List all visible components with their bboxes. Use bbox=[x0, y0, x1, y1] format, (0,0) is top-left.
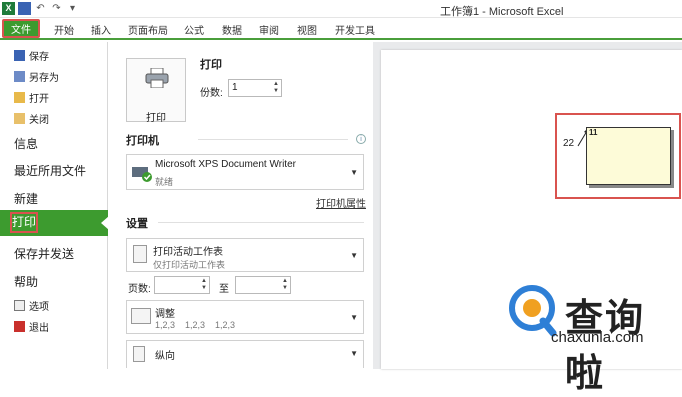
tab-page-layout[interactable]: 页面布局 bbox=[128, 22, 168, 37]
nav-options[interactable]: 选项 bbox=[14, 298, 49, 313]
nav-options-label: 选项 bbox=[29, 302, 49, 313]
tab-view[interactable]: 视图 bbox=[297, 22, 317, 37]
collation-title: 调整 bbox=[155, 309, 175, 320]
stepper-arrows-icon[interactable]: ▲ ▼ bbox=[201, 278, 207, 292]
active-pointer bbox=[101, 216, 109, 230]
copies-label: 份数: bbox=[200, 88, 223, 99]
pages-to-stepper[interactable]: ▲ ▼ bbox=[235, 276, 291, 294]
folder-open-icon bbox=[14, 92, 25, 103]
nav-open[interactable]: 打开 bbox=[14, 90, 49, 105]
printer-icon bbox=[145, 68, 169, 88]
nav-save-label: 保存 bbox=[29, 52, 49, 63]
tab-data[interactable]: 数据 bbox=[222, 22, 242, 37]
print-section-title: 打印 bbox=[200, 59, 222, 71]
nav-recent[interactable]: 最近所用文件 bbox=[14, 162, 86, 179]
print-what-dropdown[interactable]: 打印活动工作表 仅打印活动工作表 ▼ bbox=[126, 238, 364, 272]
copies-value: 1 bbox=[232, 82, 238, 93]
portrait-icon bbox=[133, 346, 145, 362]
divider bbox=[198, 139, 348, 140]
highlight-box bbox=[555, 113, 681, 199]
stepper-arrows-icon[interactable]: ▲ ▼ bbox=[273, 81, 279, 95]
chevron-down-icon: ▼ bbox=[350, 313, 358, 322]
nav-save[interactable]: 保存 bbox=[14, 48, 49, 63]
printer-properties-link[interactable]: 打印机属性 bbox=[316, 195, 366, 210]
nav-save-as[interactable]: 另存为 bbox=[14, 69, 59, 84]
nav-close[interactable]: 关闭 bbox=[14, 111, 49, 126]
tab-review[interactable]: 审阅 bbox=[259, 22, 279, 37]
chevron-down-icon: ▼ bbox=[350, 251, 358, 260]
nav-print-label: 打印 bbox=[10, 212, 38, 233]
print-what-subtitle: 仅打印活动工作表 bbox=[153, 260, 226, 270]
orientation-title: 纵向 bbox=[155, 351, 175, 362]
window-title: 工作簿1 - Microsoft Excel bbox=[440, 6, 564, 18]
copies-stepper[interactable]: 1 ▲ ▼ bbox=[228, 79, 282, 97]
tab-home[interactable]: 开始 bbox=[54, 22, 74, 37]
nav-exit-label: 退出 bbox=[29, 323, 49, 334]
collation-dropdown[interactable]: 调整 1,2,3 1,2,3 1,2,3 ▼ bbox=[126, 300, 364, 334]
excel-app-icon[interactable]: X bbox=[2, 2, 15, 15]
quick-access-toolbar: X ↶ ↷ ▾ bbox=[2, 2, 79, 15]
save-icon bbox=[14, 50, 25, 61]
nav-new[interactable]: 新建 bbox=[14, 190, 38, 207]
ribbon-tabs: 文件 开始 插入 页面布局 公式 数据 审阅 视图 开发工具 bbox=[0, 18, 682, 40]
exit-icon bbox=[14, 321, 25, 332]
nav-open-label: 打开 bbox=[29, 94, 49, 105]
orientation-dropdown[interactable]: 纵向 ▼ bbox=[126, 340, 364, 368]
save-icon[interactable] bbox=[18, 2, 31, 15]
nav-save-as-label: 另存为 bbox=[29, 73, 59, 84]
printer-name: Microsoft XPS Document Writer bbox=[155, 159, 296, 170]
nav-exit[interactable]: 退出 bbox=[14, 319, 49, 334]
collation-subtitle: 1,2,3 1,2,3 1,2,3 bbox=[155, 320, 236, 330]
tab-developer[interactable]: 开发工具 bbox=[335, 22, 375, 37]
info-icon[interactable]: i bbox=[356, 134, 366, 144]
printer-device-icon bbox=[132, 167, 152, 182]
nav-close-label: 关闭 bbox=[29, 115, 49, 126]
sheet-icon bbox=[133, 245, 147, 263]
nav-help[interactable]: 帮助 bbox=[14, 273, 38, 290]
title-bar: X ↶ ↷ ▾ 工作簿1 - Microsoft Excel bbox=[0, 0, 682, 18]
tab-insert[interactable]: 插入 bbox=[91, 22, 111, 37]
nav-print[interactable]: 打印 bbox=[0, 210, 109, 236]
pages-label: 页数: bbox=[128, 284, 151, 295]
save-as-icon bbox=[14, 71, 25, 82]
tab-file[interactable]: 文件 bbox=[2, 19, 40, 38]
pages-to-label: 至 bbox=[219, 284, 229, 295]
printer-heading: 打印机 bbox=[126, 135, 159, 147]
print-what-title: 打印活动工作表 bbox=[153, 247, 223, 258]
print-button[interactable]: 打印 bbox=[126, 58, 186, 124]
divider bbox=[158, 222, 364, 223]
printer-dropdown[interactable]: Microsoft XPS Document Writer 就绪 ▼ bbox=[126, 154, 364, 190]
nav-info[interactable]: 信息 bbox=[14, 135, 38, 152]
watermark-en: chaxunla.com bbox=[551, 329, 644, 346]
print-options-panel: 打印 打印 份数: 1 ▲ ▼ 打印机 i Microsoft XPS Docum… bbox=[118, 42, 373, 369]
watermark: 查询啦 chaxunla.com bbox=[505, 283, 677, 395]
options-icon bbox=[14, 300, 25, 311]
undo-icon[interactable]: ↶ bbox=[34, 2, 47, 15]
pages-from-stepper[interactable]: ▲ ▼ bbox=[154, 276, 210, 294]
redo-icon[interactable]: ↷ bbox=[50, 2, 63, 15]
customize-qat-icon[interactable]: ▾ bbox=[66, 2, 79, 15]
settings-heading: 设置 bbox=[126, 218, 148, 230]
chevron-down-icon: ▼ bbox=[350, 349, 358, 358]
stepper-arrows-icon[interactable]: ▲ ▼ bbox=[282, 278, 288, 292]
nav-save-send[interactable]: 保存并发送 bbox=[14, 245, 74, 262]
collate-icon bbox=[131, 308, 151, 324]
print-button-label: 打印 bbox=[146, 113, 166, 124]
backstage-nav: 保存 另存为 打开 关闭 信息 最近所用文件 新建 打印 保存并发送 帮助 选项… bbox=[0, 42, 109, 369]
close-file-icon bbox=[14, 113, 25, 124]
tab-formulas[interactable]: 公式 bbox=[184, 22, 204, 37]
chevron-down-icon: ▼ bbox=[350, 168, 358, 177]
printer-status: 就绪 bbox=[155, 177, 174, 187]
